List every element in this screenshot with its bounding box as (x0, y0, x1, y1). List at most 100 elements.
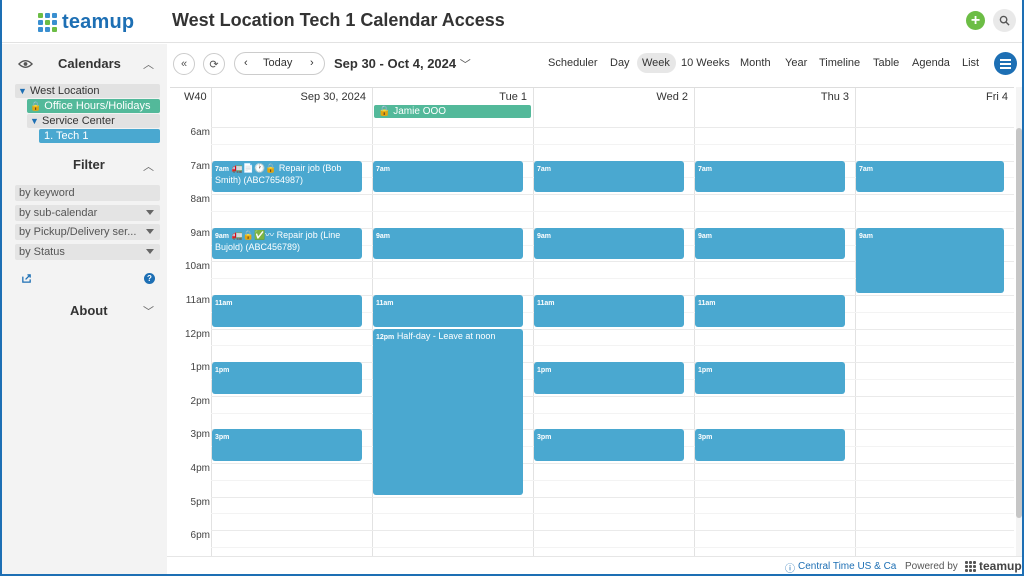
view-scheduler[interactable]: Scheduler (548, 57, 598, 69)
calendar-event[interactable]: 1pm (695, 362, 845, 394)
half-hour-gridline (211, 547, 1014, 548)
prev-arrow-icon[interactable]: ‹ (244, 57, 248, 69)
chevron-down-icon[interactable]: ﹀ (143, 303, 154, 319)
calendar-event[interactable]: 7am (373, 160, 523, 193)
share-icon[interactable] (21, 273, 32, 284)
scrollbar-thumb[interactable] (1016, 128, 1022, 518)
refresh-icon: ⟳ (209, 58, 219, 71)
half-hour-gridline (211, 479, 1014, 481)
event-time: 1pm (215, 367, 230, 375)
half-hour-gridline (211, 412, 1014, 414)
search-icon (999, 15, 1010, 26)
collapse-sidebar-button[interactable]: « (173, 53, 195, 75)
calendar-event[interactable]: 9am (373, 227, 523, 260)
time-label: 9am (190, 227, 210, 239)
event-time: 12pm (376, 333, 395, 341)
next-arrow-icon[interactable]: › (310, 57, 314, 69)
date-range-selector[interactable]: Sep 30 - Oct 4, 2024 ﹀ (334, 56, 471, 72)
calendar-item-office-hours[interactable]: 🔒 Office Hours/Holidays (27, 99, 160, 113)
view-year[interactable]: Year (785, 57, 807, 69)
app-window: teamup West Location Tech 1 Calendar Acc… (2, 0, 1022, 574)
event-time: 11am (698, 300, 716, 307)
allday-event[interactable]: 🔒 Jamie OOO (374, 105, 531, 118)
view-week[interactable]: Week (642, 57, 670, 69)
dropdown-arrow-icon (146, 229, 154, 234)
day-header[interactable]: Tue 1 (372, 88, 533, 106)
view-timeline[interactable]: Timeline (819, 57, 860, 69)
calendar-event[interactable]: 7am (534, 160, 684, 193)
calendar-item-tech-1[interactable]: 1. Tech 1 (39, 129, 160, 143)
event-time: 3pm (698, 434, 713, 442)
calendar-folder-west-location[interactable]: ▼ West Location (15, 84, 160, 98)
calendar-event[interactable]: 7am 🚛📄🕐🔒 Repair job (Bob Smith) (ABC7654… (212, 160, 362, 193)
filter-keyword-input[interactable]: by keyword (15, 185, 160, 201)
view-table[interactable]: Table (873, 57, 899, 69)
calendar-event[interactable]: 11am (212, 295, 362, 327)
calendar-label: Service Center (41, 115, 115, 127)
filter-pickup-delivery-select[interactable]: by Pickup/Delivery ser... (15, 224, 160, 240)
calendars-header[interactable]: Calendars (58, 56, 121, 76)
time-label: 2pm (190, 395, 210, 407)
powered-by-label: Powered by (905, 561, 958, 572)
timezone-link[interactable]: Central Time US & Ca (798, 561, 896, 572)
calendar-event[interactable]: 9am 🚛🔒✅〰 Repair job (Line Bujold) (ABC45… (212, 227, 362, 260)
event-time: 9am (537, 232, 552, 240)
calendar-event[interactable]: 3pm (695, 429, 845, 461)
calendar-event[interactable]: 9am (534, 227, 684, 260)
calendar-event[interactable]: 1pm (534, 362, 684, 394)
filter-header[interactable]: Filter (73, 157, 105, 177)
filter-status-select[interactable]: by Status (15, 244, 160, 260)
calendar-event[interactable]: 9am (695, 227, 845, 260)
event-time: 1pm (537, 367, 552, 375)
event-time: 7am (537, 165, 552, 173)
time-label: 3pm (190, 429, 210, 441)
calendar-event[interactable]: 9am (856, 227, 1004, 293)
search-button[interactable] (993, 9, 1016, 32)
refresh-button[interactable]: ⟳ (203, 53, 225, 75)
day-header[interactable]: Thu 3 (694, 88, 855, 106)
day-header[interactable]: Wed 2 (533, 88, 694, 106)
event-time: 11am (376, 300, 394, 307)
event-time: 3pm (215, 434, 230, 442)
calendar-folder-service-center[interactable]: ▼ Service Center (27, 114, 160, 128)
hour-gridline (211, 530, 1014, 532)
calendar-event[interactable]: 3pm (534, 429, 684, 461)
about-header[interactable]: About (70, 303, 108, 323)
time-label: 5pm (190, 496, 210, 508)
calendar-event[interactable]: 7am (695, 160, 845, 193)
view-10-weeks[interactable]: 10 Weeks (681, 57, 730, 69)
dropdown-arrow-icon (146, 210, 154, 215)
help-icon[interactable]: ? (144, 273, 155, 284)
filter-sub-calendar-select[interactable]: by sub-calendar (15, 205, 160, 221)
add-event-button[interactable]: + (966, 11, 985, 30)
chevron-up-icon[interactable]: ︿ (143, 56, 154, 72)
teamup-logo[interactable]: teamup (38, 11, 134, 34)
calendar-event[interactable]: 11am (534, 295, 684, 327)
footer: ⓘ Central Time US & Ca Powered by teamup (167, 556, 1022, 574)
view-day[interactable]: Day (610, 57, 630, 69)
event-time: 1pm (698, 367, 713, 375)
lock-icon: 🔒 (30, 101, 42, 111)
calendar-event[interactable]: 11am (695, 295, 845, 327)
calendar-label: Office Hours/Holidays (44, 100, 151, 112)
hamburger-menu-button[interactable] (994, 52, 1017, 75)
view-list[interactable]: List (962, 57, 979, 69)
calendar-event[interactable]: 11am (373, 295, 523, 327)
calendar-event[interactable]: 1pm (212, 362, 362, 394)
day-header[interactable]: Sep 30, 2024 (211, 88, 372, 106)
view-month[interactable]: Month (740, 57, 771, 69)
chevron-up-icon[interactable]: ︿ (143, 158, 154, 174)
date-nav-group: ‹ Today › (234, 52, 325, 75)
calendar-event[interactable]: 3pm (212, 429, 362, 461)
view-agenda[interactable]: Agenda (912, 57, 950, 69)
calendar-event[interactable]: 12pm Half-day - Leave at noon (373, 328, 523, 495)
calendar-event[interactable]: 7am (856, 160, 1004, 193)
hour-gridline (211, 127, 1014, 128)
event-time: 9am (376, 232, 391, 240)
hour-gridline (211, 496, 1014, 498)
event-time: 7am (859, 165, 874, 173)
footer-brand[interactable]: teamup (979, 559, 1022, 573)
today-button[interactable]: Today (263, 57, 292, 69)
day-header[interactable]: Fri 4 (855, 88, 1014, 106)
eye-icon[interactable] (18, 59, 33, 69)
